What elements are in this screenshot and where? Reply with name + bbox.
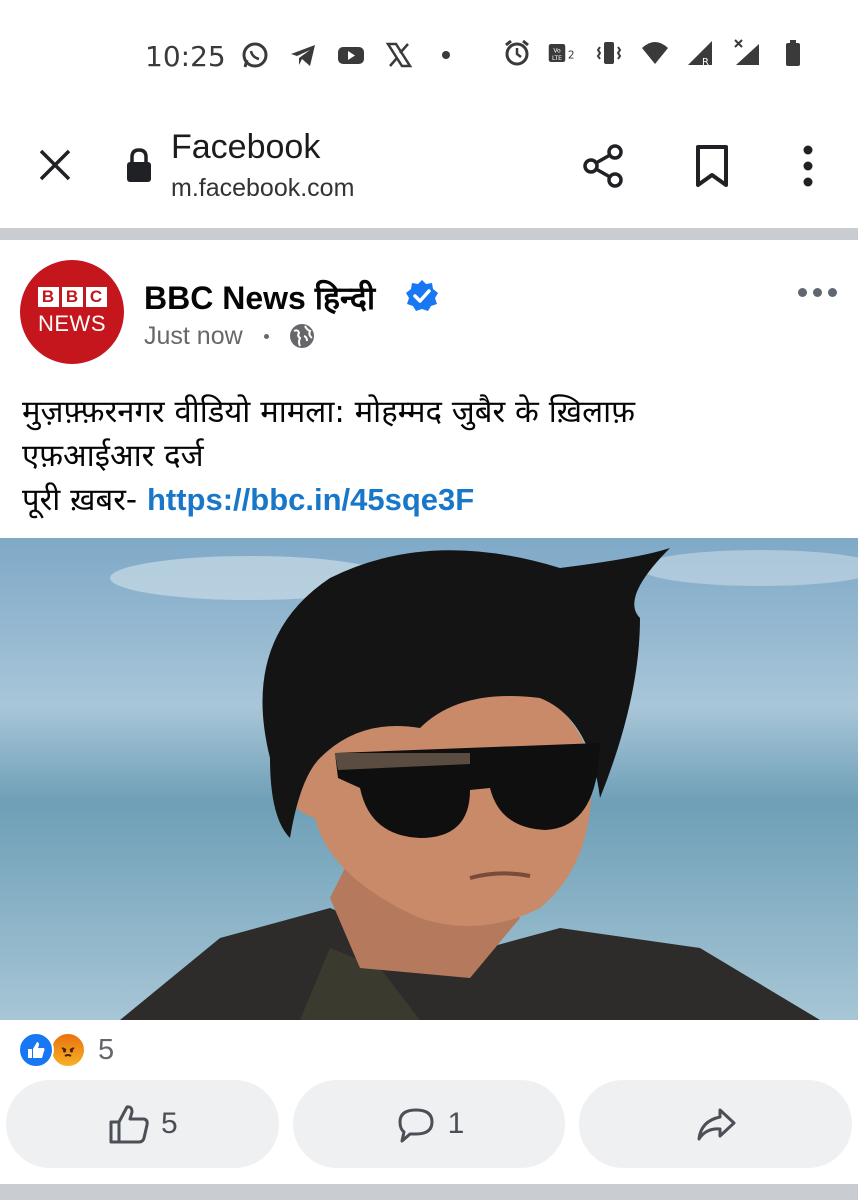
comment-icon xyxy=(398,1108,434,1143)
share-icon xyxy=(583,144,623,188)
page-avatar[interactable]: B B C NEWS xyxy=(20,260,124,364)
post-text-line: एफ़आईआर दर्ज xyxy=(22,438,204,474)
lock-icon xyxy=(127,148,151,182)
whatsapp-icon xyxy=(238,38,272,72)
thumbs-up-icon xyxy=(109,1105,149,1144)
divider xyxy=(0,1184,858,1200)
post-link-prefix: पूरी ख़बर- xyxy=(22,482,147,518)
facebook-post: B B C NEWS BBC News हिन्दी Just now मुज़… xyxy=(0,240,858,1185)
post-text-line: पूरी ख़बर- https://bbc.in/45sqe3F xyxy=(22,478,842,522)
share-button[interactable] xyxy=(578,140,630,192)
x-icon xyxy=(382,38,416,72)
status-bar: 10:25 Vo LTE 2 R xyxy=(0,0,858,110)
wifi-icon xyxy=(638,36,672,70)
post-message: मुज़फ़्फ़रनगर वीडियो मामला: मोहम्मद जुबै… xyxy=(22,390,842,522)
bbc-logo: B B C xyxy=(37,287,107,307)
avatar-news-text: NEWS xyxy=(38,311,106,336)
notification-icons xyxy=(238,38,468,72)
signal-x-icon xyxy=(730,36,764,70)
volte-icon: Vo LTE 2 xyxy=(546,36,580,70)
battery-icon xyxy=(776,36,810,70)
post-link[interactable]: https://bbc.in/45sqe3F xyxy=(147,482,474,517)
post-timestamp[interactable]: Just now xyxy=(144,322,243,351)
vibrate-icon xyxy=(592,36,626,70)
close-button[interactable] xyxy=(32,142,78,188)
verified-badge-icon xyxy=(406,280,438,311)
post-options-button[interactable] xyxy=(798,280,842,304)
more-vertical-icon xyxy=(803,145,813,187)
post-text-line: मुज़फ़्फ़रनगर वीडियो मामला: मोहम्मद जुबै… xyxy=(22,394,636,430)
signal-r-icon: R xyxy=(684,36,718,70)
post-photo[interactable] xyxy=(0,538,858,1020)
share-post-button[interactable] xyxy=(579,1080,853,1168)
like-button[interactable]: 5 xyxy=(6,1080,279,1168)
more-horizontal-icon xyxy=(798,287,807,297)
timestamp-separator xyxy=(264,334,269,339)
close-icon xyxy=(39,149,71,181)
system-icons: Vo LTE 2 R xyxy=(500,36,810,70)
site-url[interactable]: m.facebook.com xyxy=(171,174,354,203)
custom-tab-toolbar: Facebook m.facebook.com xyxy=(0,110,858,228)
telegram-icon xyxy=(286,38,320,72)
reaction-count: 5 xyxy=(98,1033,115,1066)
comment-button[interactable]: 1 xyxy=(292,1080,566,1168)
svg-text:2: 2 xyxy=(568,49,575,61)
comment-count: 1 xyxy=(447,1107,465,1140)
status-separator-dot xyxy=(442,51,450,59)
bookmark-icon xyxy=(696,145,728,187)
svg-text:R: R xyxy=(702,57,709,68)
post-actions: 5 1 xyxy=(6,1080,853,1170)
share-arrow-icon xyxy=(697,1108,736,1141)
status-time: 10:25 xyxy=(145,40,226,73)
page-name[interactable]: BBC News हिन्दी xyxy=(144,276,375,319)
like-reaction-icon xyxy=(18,1032,54,1068)
bookmark-button[interactable] xyxy=(688,140,736,192)
bbc-logo-letter: B xyxy=(61,287,83,307)
reaction-summary[interactable]: 5 xyxy=(18,1030,114,1070)
alarm-icon xyxy=(500,36,534,70)
bbc-logo-letter: B xyxy=(37,287,59,307)
more-options-button[interactable] xyxy=(786,140,830,192)
person-photo-illustration xyxy=(0,538,858,1020)
svg-text:Vo: Vo xyxy=(553,47,561,54)
divider xyxy=(0,228,858,240)
globe-icon xyxy=(290,324,314,348)
angry-reaction-icon xyxy=(50,1032,86,1068)
site-title: Facebook xyxy=(171,128,321,166)
svg-text:LTE: LTE xyxy=(552,55,562,62)
like-count: 5 xyxy=(160,1107,178,1140)
youtube-icon xyxy=(334,38,368,72)
bbc-logo-letter: C xyxy=(85,287,107,307)
